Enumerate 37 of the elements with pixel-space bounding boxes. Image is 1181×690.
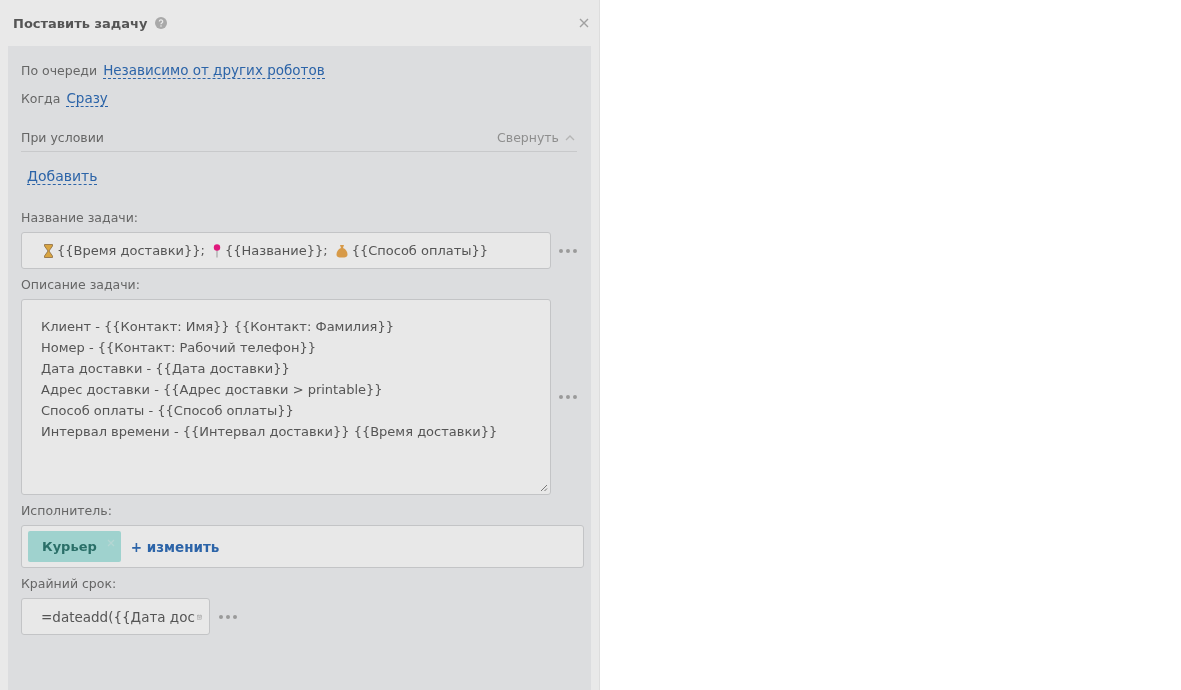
placeholder-token: {{Название}}; — [225, 243, 328, 258]
money-bag-icon — [335, 243, 348, 258]
assignee-label: Исполнитель: — [21, 503, 113, 518]
condition-label: При условии — [21, 130, 104, 145]
collapse-link[interactable]: Свернуть — [497, 130, 559, 145]
pin-icon — [213, 243, 221, 258]
when-link[interactable]: Сразу — [66, 90, 108, 108]
add-condition-link[interactable]: Добавить — [27, 168, 98, 185]
more-icon[interactable] — [219, 614, 237, 619]
hourglass-icon — [44, 243, 53, 258]
more-icon[interactable] — [559, 395, 577, 399]
deadline-value: =dateadd({{Дата дос — [41, 608, 195, 625]
chevron-icon[interactable] — [565, 134, 575, 141]
more-icon[interactable] — [559, 248, 577, 253]
tag-label: Курьер — [42, 539, 97, 554]
queue-label: По очереди — [21, 63, 98, 78]
resize-grip-icon[interactable] — [540, 484, 549, 492]
queue-link[interactable]: Независимо от других роботов — [103, 62, 325, 80]
description-line: Адрес доставки - {{Адрес доставки > printable}} — [41, 381, 384, 399]
deadline-label: Крайний срок: — [21, 576, 118, 591]
description-line: Интервал времени - {{Интервал доставки}} {{Время доставки}} — [41, 423, 499, 441]
deadline-field[interactable]: =dateadd({{Дата дос — [21, 598, 210, 635]
description-line: Способ оплаты - {{Способ оплаты}} — [41, 402, 295, 420]
task-title-field[interactable]: {{Время доставки}}; {{Название}}; {{Способ оплаты}} — [21, 232, 552, 269]
task-description-field[interactable] — [21, 299, 552, 495]
window-title: Поставить задачу — [13, 15, 148, 31]
close-icon[interactable] — [579, 18, 589, 28]
placeholder-token: {{Способ оплаты}} — [351, 243, 489, 258]
task-title-label: Название задачи: — [21, 210, 140, 225]
description-line: Клиент - {{Контакт: Имя}} {{Контакт: Фамилия}} — [41, 318, 395, 336]
description-line: Дата доставки - {{Дата доставки}} — [41, 360, 291, 378]
task-description-label: Описание задачи: — [21, 277, 141, 292]
when-label: Когда — [21, 91, 61, 106]
placeholder-token: {{Время доставки}}; — [57, 243, 205, 258]
change-link[interactable]: + изменить — [130, 538, 220, 555]
description-line: Номер - {{Контакт: Рабочий телефон}} — [41, 339, 317, 357]
help-icon[interactable] — [155, 17, 168, 29]
